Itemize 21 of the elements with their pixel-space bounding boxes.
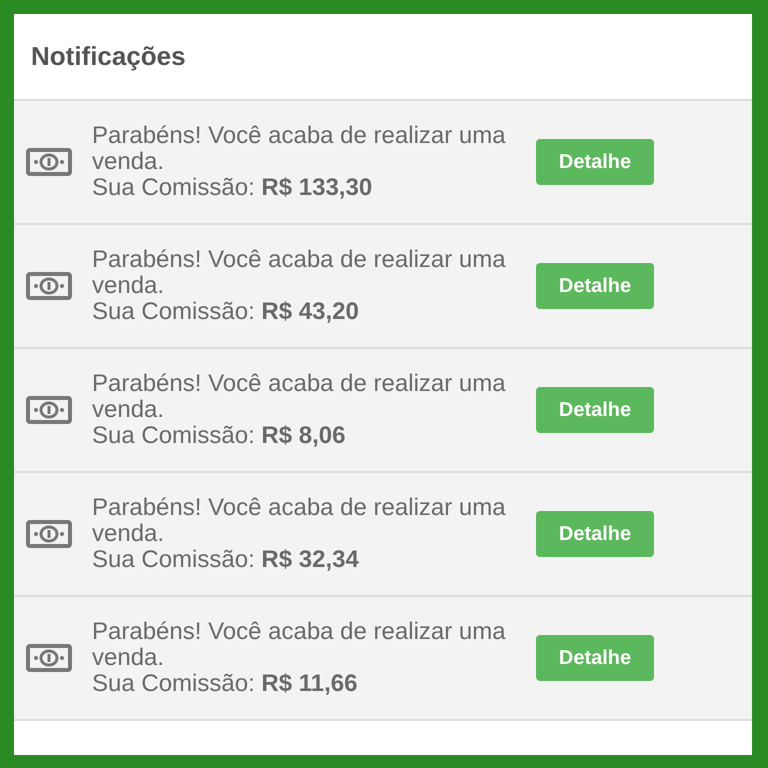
notification-message: Parabéns! Você acaba de realizar uma venda.: [92, 247, 507, 299]
detail-button[interactable]: Detalhe: [536, 635, 654, 681]
notification-message: Parabéns! Você acaba de realizar uma venda.: [92, 495, 507, 547]
notification-message: Parabéns! Você acaba de realizar uma venda.: [92, 123, 507, 175]
commission-text: Sua Comissão: R$ 133,30: [92, 175, 374, 201]
banknote-icon: [26, 644, 72, 672]
banknote-icon: [26, 272, 72, 300]
detail-button[interactable]: Detalhe: [536, 263, 654, 309]
notification-message: Parabéns! Você acaba de realizar uma venda.: [92, 619, 507, 671]
panel-title: Notificações: [31, 40, 186, 73]
detail-button[interactable]: Detalhe: [536, 511, 654, 557]
commission-text: Sua Comissão: R$ 43,20: [92, 299, 360, 325]
banknote-icon: [26, 396, 72, 424]
commission-text: Sua Comissão: R$ 8,06: [92, 423, 346, 449]
commission-text: Sua Comissão: R$ 11,66: [92, 671, 358, 697]
banknote-icon: [26, 520, 72, 548]
commission-text: Sua Comissão: R$ 32,34: [92, 547, 360, 573]
banknote-icon: [26, 148, 72, 176]
notification-message: Parabéns! Você acaba de realizar uma venda.: [92, 371, 507, 423]
detail-button[interactable]: Detalhe: [536, 139, 654, 185]
detail-button[interactable]: Detalhe: [536, 387, 654, 433]
